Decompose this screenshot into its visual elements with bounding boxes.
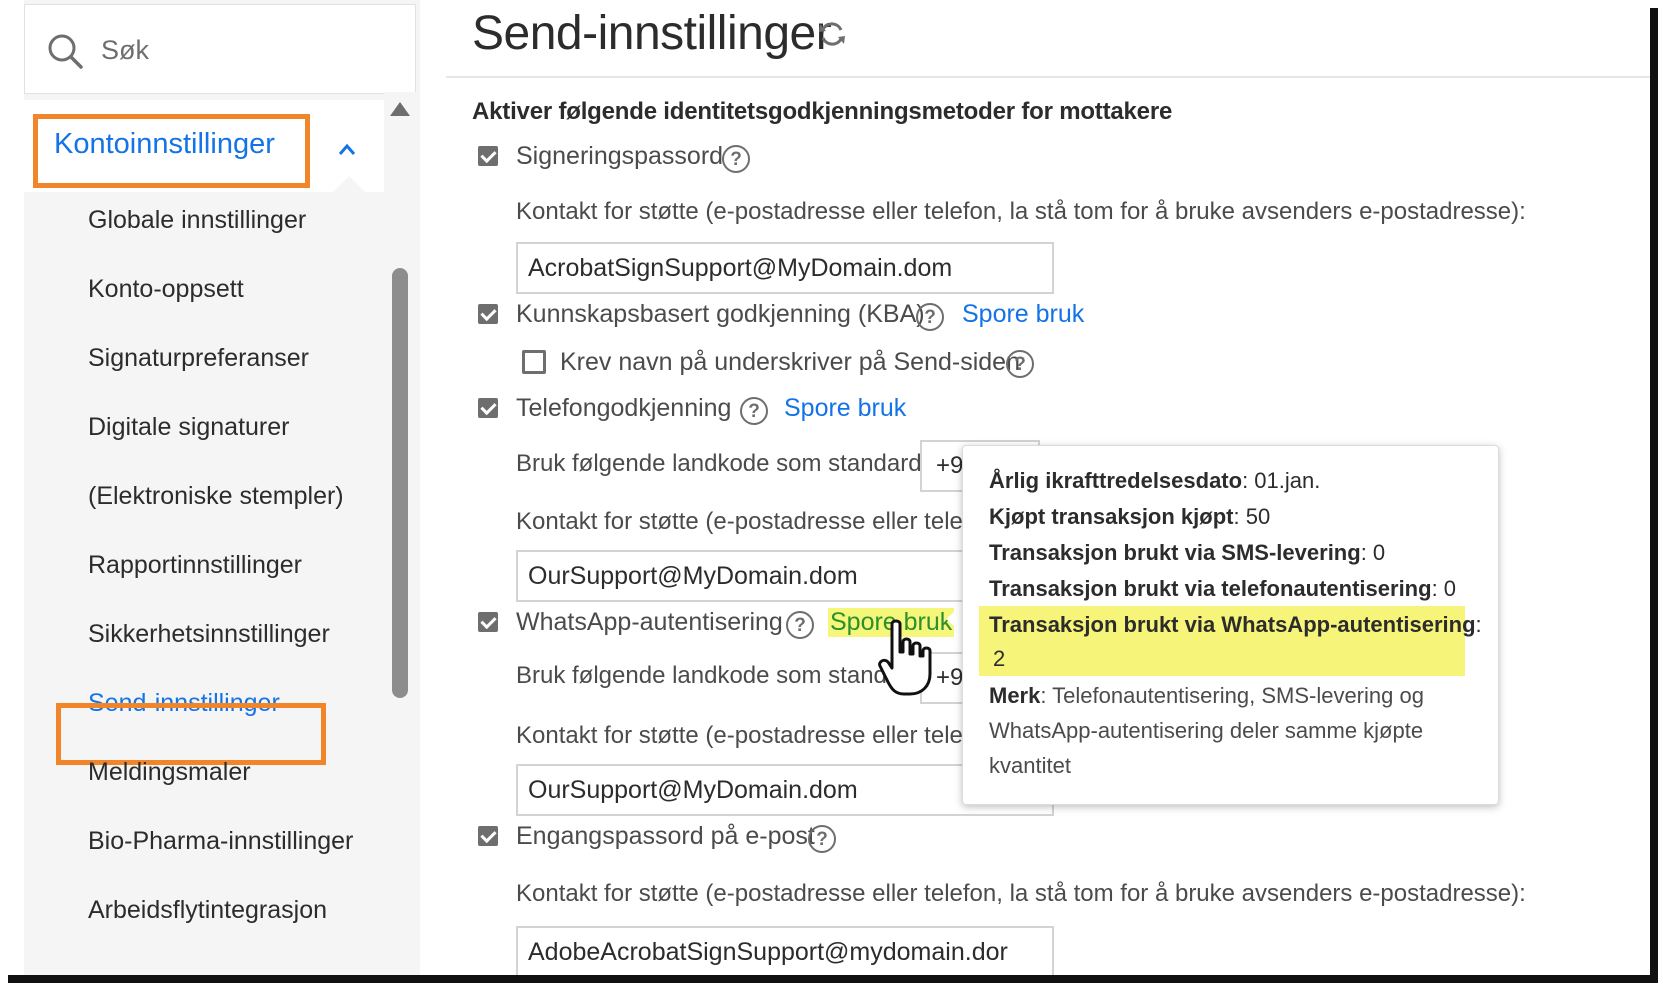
whatsapp-country-code-desc: Bruk følgende landkode som standa — [516, 662, 901, 689]
help-icon[interactable]: ? — [1006, 350, 1034, 378]
sidebar-item-security-settings[interactable]: Sikkerhetsinnstillinger — [88, 620, 330, 649]
section-heading: Aktiver følgende identitetsgodkjenningsm… — [472, 98, 1173, 125]
help-icon[interactable]: ? — [916, 303, 944, 331]
require-name-label: Krev navn på underskriver på Send-siden — [560, 348, 1020, 376]
app-window: Søk Kontoinnstillinger Globale innstilli… — [0, 0, 1650, 975]
scroll-up-arrow-icon[interactable] — [390, 102, 410, 116]
signing-password-label: Signeringspassord — [516, 142, 724, 170]
sidebar-item-message-templates[interactable]: Meldingsmaler — [88, 758, 251, 787]
usage-popover: Årlig ikrafttredelsesdato: 01.jan. Kjøpt… — [962, 445, 1499, 805]
title-divider — [446, 76, 1650, 78]
phone-auth-checkbox[interactable] — [478, 398, 498, 418]
signing-password-checkbox[interactable] — [478, 146, 498, 166]
email-otp-checkbox[interactable] — [478, 826, 498, 846]
kba-track-usage-link[interactable]: Spore bruk — [962, 300, 1084, 329]
section-notch — [333, 176, 365, 192]
refresh-icon[interactable] — [816, 18, 848, 50]
phone-auth-label: Telefongodkjenning — [516, 394, 732, 422]
sidebar-item-electronic-seals[interactable]: (Elektroniske stempler) — [88, 482, 344, 511]
help-icon[interactable]: ? — [740, 397, 768, 425]
kba-label: Kunnskapsbasert godkjenning (KBA) — [516, 300, 925, 328]
phone-row: Transaksjon brukt via telefonautentiseri… — [989, 576, 1457, 601]
sidebar-item-report-settings[interactable]: Rapportinnstillinger — [88, 551, 302, 580]
signing-password-support-desc: Kontakt for støtte (e-postadresse eller … — [516, 198, 1526, 225]
popup-note: Merk: Telefonautentisering, SMS-levering… — [989, 683, 1424, 778]
popup-arrow — [946, 605, 962, 633]
chevron-up-icon[interactable] — [337, 140, 357, 160]
require-name-checkbox[interactable] — [522, 350, 546, 374]
help-icon[interactable]: ? — [808, 825, 836, 853]
help-icon[interactable]: ? — [722, 145, 750, 173]
page-title: Send-innstillinger — [472, 7, 832, 60]
sidebar-item-bio-pharma[interactable]: Bio-Pharma-innstillinger — [88, 827, 353, 856]
email-otp-support-field[interactable]: AdobeAcrobatSignSupport@mydomain.dor — [516, 926, 1054, 975]
scrollbar-thumb[interactable] — [392, 268, 408, 698]
whatsapp-support-desc: Kontakt for støtte (e-postadresse eller … — [516, 722, 983, 749]
whatsapp-auth-checkbox[interactable] — [478, 612, 498, 632]
sidebar-item-global-settings[interactable]: Globale innstillinger — [88, 206, 306, 235]
email-otp-support-desc: Kontakt for støtte (e-postadresse eller … — [516, 880, 1526, 907]
phone-track-usage-link[interactable]: Spore bruk — [784, 394, 906, 423]
sidebar-item-workflow-integration[interactable]: Arbeidsflytintegrasjon — [88, 896, 327, 925]
search-icon — [48, 34, 83, 69]
whatsapp-auth-label: WhatsApp-autentisering — [516, 608, 783, 636]
help-icon[interactable]: ? — [786, 611, 814, 639]
sidebar-item-signature-preferences[interactable]: Signaturpreferanser — [88, 344, 309, 373]
email-otp-label: Engangspassord på e-post — [516, 822, 815, 850]
sidebar-item-digital-signatures[interactable]: Digitale signaturer — [88, 413, 290, 442]
highlight-box-send-settings — [56, 703, 326, 765]
whatsapp-row-value: 2 — [993, 646, 1006, 671]
sms-row: Transaksjon brukt via SMS-levering: 0 — [989, 540, 1386, 565]
whatsapp-row: Transaksjon brukt via WhatsApp-autentise… — [989, 612, 1482, 637]
annual-date-row: Årlig ikrafttredelsesdato: 01.jan. — [989, 468, 1321, 493]
sidebar-item-account-setup[interactable]: Konto-oppsett — [88, 275, 244, 304]
highlight-box-account-settings — [33, 114, 310, 188]
phone-support-desc: Kontakt for støtte (e-postadresse eller … — [516, 508, 983, 535]
search-placeholder: Søk — [101, 35, 150, 65]
search-input[interactable]: Søk — [24, 4, 416, 94]
phone-country-code-desc: Bruk følgende landkode som standard: — [516, 450, 929, 477]
bought-row: Kjøpt transaksjon kjøpt: 50 — [989, 504, 1271, 529]
kba-checkbox[interactable] — [478, 304, 498, 324]
signing-password-support-field[interactable]: AcrobatSignSupport@MyDomain.dom — [516, 242, 1054, 294]
hand-cursor-icon — [878, 619, 932, 696]
